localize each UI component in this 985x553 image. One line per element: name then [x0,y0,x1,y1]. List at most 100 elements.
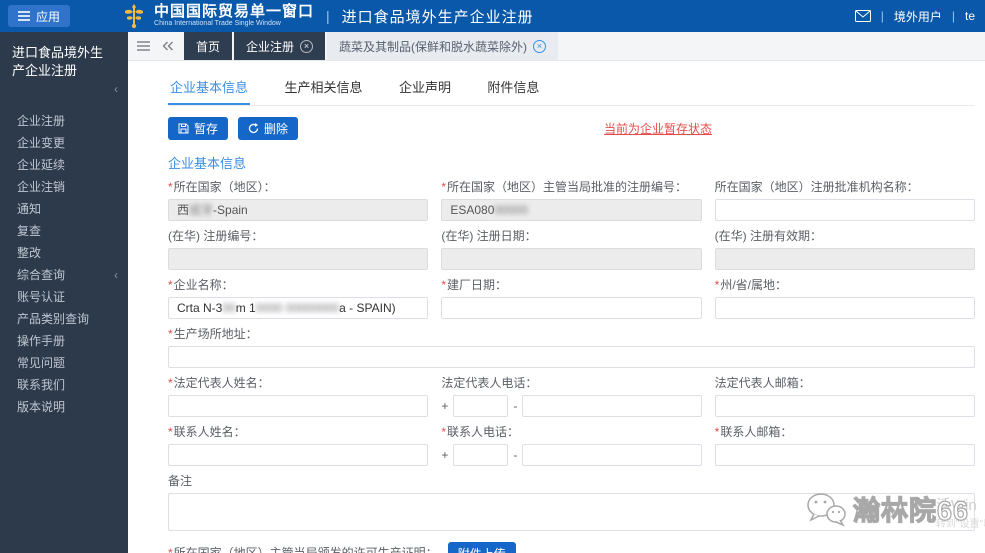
tab-vegetable-products[interactable]: 蔬菜及其制品(保鲜和脱水蔬菜除外) × [327,32,559,60]
form-tab-production-info[interactable]: 生产相关信息 [282,71,364,103]
form-row-4: *生产场所地址： [168,327,975,368]
form-tab-strip: 企业基本信息 生产相关信息 企业声明 附件信息 [168,66,975,106]
required-asterisk: * [714,425,720,439]
cn-reg-validity-input [714,248,975,270]
sidebar-item-review[interactable]: 复查 [0,222,128,241]
field-label: 企业名称： [173,278,234,292]
field-label: 法定代表人电话： [441,376,538,390]
sidebar-item-faq[interactable]: 常见问题 [0,354,128,373]
apps-button[interactable]: 应用 [8,5,71,27]
form-tab-declaration[interactable]: 企业声明 [397,71,453,103]
required-asterisk: * [441,278,446,292]
contact-phone-code-input[interactable] [453,444,509,466]
sidebar-item-notice[interactable]: 通知 [0,200,128,219]
legal-email-input[interactable] [714,395,975,417]
main-area: 首页 企业注册 × 蔬菜及其制品(保鲜和脱水蔬菜除外) × 企业基本信息 生产相… [128,32,985,553]
sidebar-collapse-icon[interactable]: ‹ [0,82,128,102]
legal-phone-code-input[interactable] [453,395,509,417]
required-asterisk: * [714,278,720,292]
sidebar-item-enterprise-register[interactable]: 企业注册 [0,112,128,131]
top-header: 应用 中国国际贸易单一窗口 China International Trade … [0,0,985,32]
field-label: 法定代表人邮箱： [714,376,811,390]
user-type-label[interactable]: 境外用户 [894,8,942,25]
tab-home[interactable]: 首页 [184,32,233,60]
build-date-input[interactable] [441,297,702,319]
address-input[interactable] [168,346,975,368]
plus-sign: + [441,399,449,413]
plus-sign: + [441,448,449,462]
refresh-icon [248,123,259,134]
required-asterisk: * [168,327,173,341]
sidebar-item-enterprise-change[interactable]: 企业变更 [0,134,128,153]
chevron-left-icon: ‹ [114,268,118,282]
required-asterisk: * [441,180,446,194]
sidebar-item-enterprise-cancel[interactable]: 企业注销 [0,178,128,197]
contact-phone-number-input[interactable] [522,444,702,466]
field-approval-org: 所在国家（地区）注册批准机构名称： [714,172,975,221]
field-contact-email: *联系人邮箱： [714,417,975,466]
field-label: 所在国家（地区）注册批准机构名称： [714,180,919,194]
company-name-input[interactable]: Crta N-300m 10000 00000000a - SPAIN) [168,297,429,319]
country-input: 西班牙-Spain [168,199,429,221]
form-row-6: *联系人姓名： *联系人电话： + - *联系人邮箱： [168,417,975,466]
province-input[interactable] [714,297,975,319]
form-row-remarks: 备注 [168,474,975,531]
sidebar-item-enterprise-renewal[interactable]: 企业延续 [0,156,128,175]
field-label: 所在国家（地区）： [173,180,276,194]
menu-toggle-icon[interactable] [137,41,150,51]
double-arrow-left-icon[interactable] [162,41,174,51]
sidebar: 进口食品境外生产企业注册 ‹ 企业注册 企业变更 企业延续 企业注销 通知 复查… [0,32,128,553]
save-draft-button[interactable]: 暂存 [168,117,229,140]
sidebar-item-comprehensive-query[interactable]: 综合查询 ‹ [0,266,128,285]
pipe-icon: | [880,9,884,23]
registration-number-input: ESA08000000 [441,199,702,221]
form-row-1: *所在国家（地区）： 西班牙-Spain *所在国家（地区）主管当局批准的注册编… [168,172,975,221]
legal-phone-number-input[interactable] [522,395,702,417]
sidebar-item-rectify[interactable]: 整改 [0,244,128,263]
hamburger-icon [18,11,30,21]
required-asterisk: * [168,180,173,194]
section-title-basic-info: 企业基本信息 [168,156,247,171]
sidebar-item-version-notes[interactable]: 版本说明 [0,398,128,417]
close-icon[interactable]: × [300,39,314,53]
field-contact-name: *联系人姓名： [168,417,429,466]
header-right: | 境外用户 | te [854,8,975,25]
contact-email-input[interactable] [714,444,975,466]
sidebar-item-account-auth[interactable]: 账号认证 [0,288,128,307]
field-legal-email: 法定代表人邮箱： [714,368,975,417]
sidebar-item-product-category-query[interactable]: 产品类别查询 [0,310,128,329]
field-label: 法定代表人姓名： [173,376,270,390]
field-cn-reg-validity: (在华) 注册有效期： [714,221,975,270]
delete-button[interactable]: 删除 [238,117,299,140]
dash-sign: - [513,448,518,462]
field-cn-reg-date: (在华) 注册日期： [441,221,702,270]
tabbar-icons [128,32,184,60]
sidebar-title[interactable]: 进口食品境外生产企业注册 [0,32,128,82]
close-icon[interactable]: × [533,39,547,53]
field-label: 生产场所地址： [173,327,258,341]
form-content: 企业基本信息 生产相关信息 企业声明 附件信息 暂存 删除 当前为企业暂存状态 … [128,61,985,553]
approval-org-input[interactable] [714,199,975,221]
remarks-textarea[interactable] [168,493,975,531]
sidebar-item-contact-us[interactable]: 联系我们 [0,376,128,395]
attachment-upload-button[interactable]: 附件上传 [447,542,516,553]
username-label[interactable]: te [965,9,975,23]
field-label: (在华) 注册有效期： [714,229,822,243]
field-label: 联系人邮箱： [720,425,793,439]
sidebar-item-manual[interactable]: 操作手册 [0,332,128,351]
field-label: (在华) 注册编号： [168,229,264,243]
required-asterisk: * [168,376,173,390]
field-label: 联系人电话： [447,425,520,439]
contact-name-input[interactable] [168,444,429,466]
sidebar-menu: 企业注册 企业变更 企业延续 企业注销 通知 复查 整改 综合查询 ‹ 账号认证 … [0,112,128,417]
form-tab-attachments[interactable]: 附件信息 [485,71,541,103]
tab-enterprise-register[interactable]: 企业注册 × [234,32,326,60]
page-tabbar: 首页 企业注册 × 蔬菜及其制品(保鲜和脱水蔬菜除外) × [128,32,985,61]
header-page-title: 进口食品境外生产企业注册 [341,8,534,26]
field-contact-phone: *联系人电话： + - [441,417,702,466]
form-tab-basic-info[interactable]: 企业基本信息 [168,71,251,105]
brand-text: 中国国际贸易单一窗口 China International Trade Sin… [154,4,314,28]
form-row-2: (在华) 注册编号： (在华) 注册日期： (在华) 注册有效期： [168,221,975,270]
mail-icon[interactable] [854,10,871,22]
legal-name-input[interactable] [168,395,429,417]
